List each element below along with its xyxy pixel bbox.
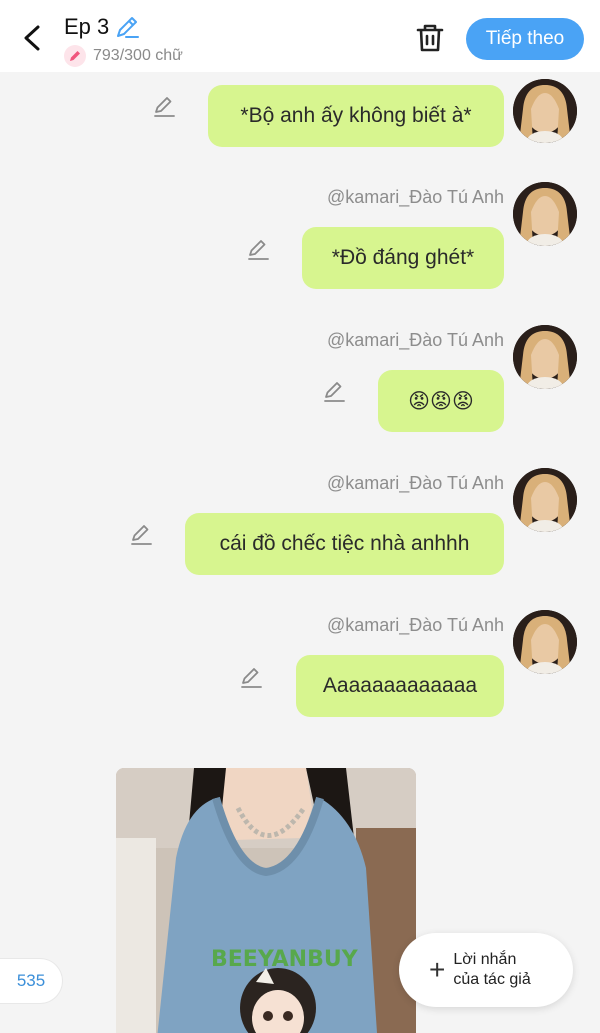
username: @kamari_Đào Tú Anh bbox=[326, 473, 504, 493]
username: @kamari_Đào Tú Anh bbox=[326, 330, 504, 350]
pencil-icon bbox=[117, 17, 139, 38]
word-count: 793/300 chữ bbox=[93, 47, 183, 64]
message-bubble[interactable]: Aaaaaaaaaaaaa bbox=[296, 655, 504, 717]
next-button[interactable]: Tiếp theo bbox=[466, 18, 584, 60]
edit-message-button[interactable] bbox=[322, 379, 346, 403]
back-button[interactable] bbox=[18, 22, 46, 54]
avatar[interactable] bbox=[513, 79, 577, 143]
message-item: @kamari_Đào Tú Anh 😡😡😡 bbox=[0, 325, 600, 435]
message-bubble[interactable]: *Đồ đáng ghét* bbox=[302, 227, 504, 289]
back-arrow-icon bbox=[24, 25, 40, 51]
pencil-icon bbox=[131, 525, 152, 545]
author-note-line-2: của tác giả bbox=[453, 971, 531, 988]
message-item: @kamari_Đào Tú Anh Aaaaaaaaaaaaa bbox=[0, 610, 600, 720]
trash-icon bbox=[416, 24, 444, 52]
edit-message-button[interactable] bbox=[246, 237, 270, 261]
word-count-pencil-icon bbox=[64, 45, 86, 67]
edit-message-button[interactable] bbox=[129, 522, 153, 546]
word-count-row: 793/300 chữ bbox=[64, 45, 183, 67]
episode-title[interactable]: Ep 3 bbox=[64, 14, 109, 40]
username: @kamari_Đào Tú Anh bbox=[326, 615, 504, 635]
author-note-line-1: Lời nhắn bbox=[453, 951, 517, 968]
shirt-print-text: BEEYANBUY bbox=[211, 947, 359, 972]
edit-title-button[interactable] bbox=[114, 14, 140, 40]
username: @kamari_Đào Tú Anh bbox=[326, 187, 504, 207]
message-item: @kamari_Đào Tú Anh cái đồ chếc tiệc nhà … bbox=[0, 468, 600, 578]
message-bubble[interactable]: 😡😡😡 bbox=[378, 370, 504, 432]
message-item: @kamari_Đào Tú Anh *Đồ đáng ghét* bbox=[0, 182, 600, 292]
photo-message[interactable]: BEEYANBUY bbox=[116, 768, 416, 1033]
edit-message-button[interactable] bbox=[152, 94, 176, 118]
pencil-icon bbox=[154, 97, 175, 117]
author-note-button[interactable]: + Lời nhắn của tác giả bbox=[399, 933, 573, 1007]
pencil-icon bbox=[248, 240, 269, 260]
message-bubble[interactable]: cái đồ chếc tiệc nhà anhhh bbox=[185, 513, 504, 575]
delete-button[interactable] bbox=[415, 22, 445, 54]
comment-count-button[interactable]: 535 bbox=[0, 958, 63, 1004]
avatar[interactable] bbox=[513, 468, 577, 532]
message-bubble[interactable]: *Bộ anh ấy không biết à* bbox=[208, 85, 504, 147]
avatar[interactable] bbox=[513, 610, 577, 674]
pencil-icon bbox=[324, 382, 345, 402]
avatar[interactable] bbox=[513, 325, 577, 389]
top-bar: Ep 3 793/300 chữ Tiếp theo bbox=[0, 0, 600, 72]
avatar[interactable] bbox=[513, 182, 577, 246]
author-note-label: Lời nhắn của tác giả bbox=[453, 950, 549, 990]
plus-icon: + bbox=[429, 954, 446, 985]
pencil-icon bbox=[241, 668, 262, 688]
edit-message-button[interactable] bbox=[239, 665, 263, 689]
